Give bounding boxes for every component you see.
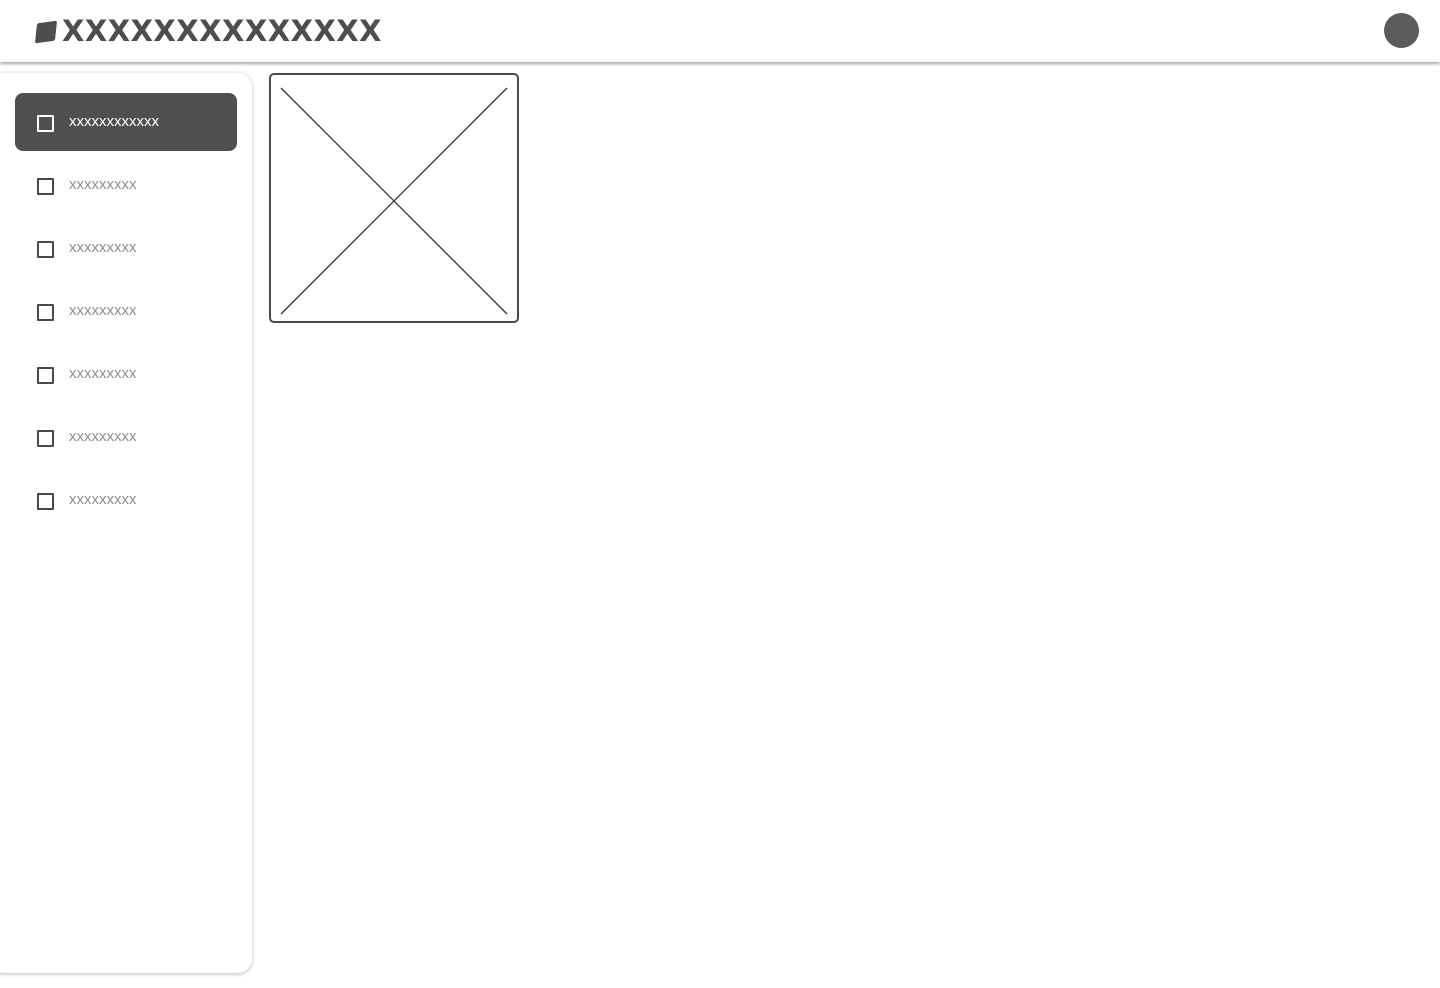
sidebar-item-label: xxxxxxxxx <box>69 302 137 319</box>
sidebar-item-7[interactable]: xxxxxxxxx <box>15 471 237 529</box>
sidebar-item-label: xxxxxxxxx <box>69 365 137 382</box>
sidebar-item-2[interactable]: xxxxxxxxx <box>15 156 237 214</box>
sidebar-item-label: xxxxxxxxx <box>69 239 137 256</box>
sidebar-item-1[interactable]: xxxxxxxxxxxx <box>15 93 237 151</box>
sidebar-item-label: xxxxxxxxx <box>69 491 137 508</box>
sidebar-item-label: xxxxxxxxx <box>69 428 137 445</box>
square-icon <box>37 367 54 384</box>
sidebar-item-label: xxxxxxxxx <box>69 176 137 193</box>
image-placeholder-icon <box>269 73 519 323</box>
square-icon <box>37 115 54 132</box>
placeholder-cross-icon <box>280 87 508 315</box>
sidebar-item-3[interactable]: xxxxxxxxx <box>15 219 237 277</box>
app-header: XXXXXXXXXXXXXX <box>0 0 1440 62</box>
square-icon <box>37 430 54 447</box>
sidebar-item-6[interactable]: xxxxxxxxx <box>15 408 237 466</box>
app-title: XXXXXXXXXXXXXX <box>62 14 383 48</box>
square-icon <box>37 241 54 258</box>
square-icon <box>37 178 54 195</box>
sidebar-item-5[interactable]: xxxxxxxxx <box>15 345 237 403</box>
logo-mark-icon <box>34 20 58 44</box>
square-icon <box>37 304 54 321</box>
sidebar-item-4[interactable]: xxxxxxxxx <box>15 282 237 340</box>
avatar-icon[interactable] <box>1384 13 1419 48</box>
square-icon <box>37 493 54 510</box>
sidebar: xxxxxxxxxxxx xxxxxxxxx xxxxxxxxx xxxxxxx… <box>0 73 252 973</box>
sidebar-item-label: xxxxxxxxxxxx <box>69 113 159 130</box>
